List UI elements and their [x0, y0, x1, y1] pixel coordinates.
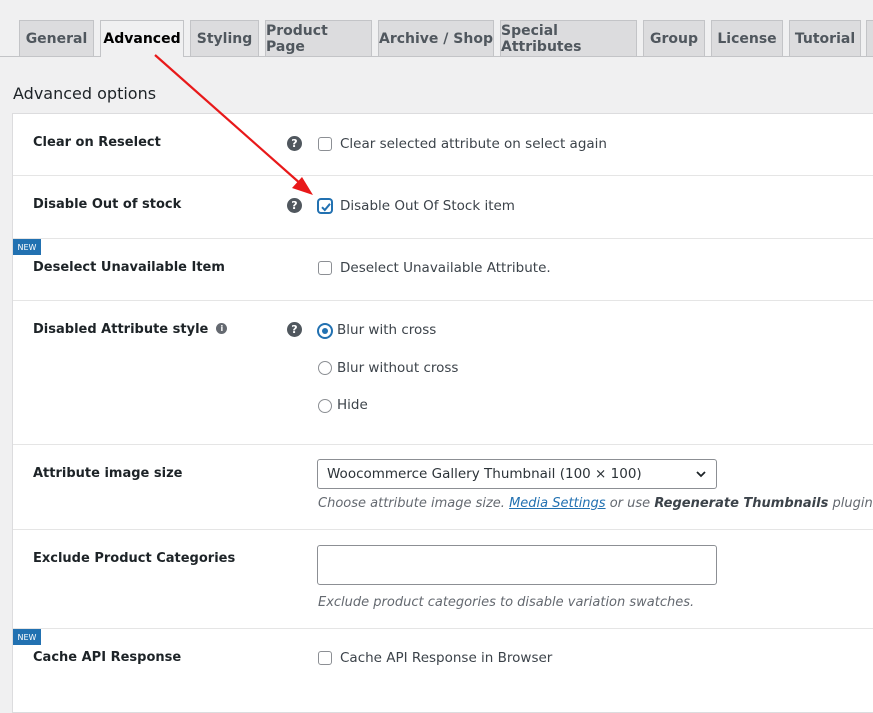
- radio-label: Hide: [337, 397, 368, 413]
- tab-product-page[interactable]: Product Page: [265, 20, 372, 56]
- tab-license[interactable]: License: [711, 20, 783, 56]
- row-label: Cache API Response: [33, 650, 182, 665]
- radio-label: Blur with cross: [337, 322, 437, 338]
- row-exclude-categories: Exclude Product Categories Exclude produ…: [13, 530, 873, 629]
- row-deselect-unavailable: Deselect Unavailable Item Deselect Unava…: [13, 239, 873, 301]
- help-icon[interactable]: ?: [287, 198, 302, 213]
- row-clear-on-reselect: Clear on Reselect ? Clear selected attri…: [13, 114, 873, 176]
- radio-hide[interactable]: [318, 399, 332, 413]
- row-label-text: Disabled Attribute style: [33, 322, 209, 337]
- row-label: Deselect Unavailable Item: [33, 260, 225, 275]
- tab-advanced[interactable]: Advanced: [100, 20, 184, 57]
- section-title: Advanced options: [13, 84, 157, 103]
- row-label: Exclude Product Categories: [33, 551, 236, 566]
- help-icon[interactable]: ?: [287, 322, 302, 337]
- exclude-categories-input[interactable]: [317, 545, 717, 585]
- cache-api-checkbox[interactable]: [318, 651, 332, 665]
- checkbox-label: Deselect Unavailable Attribute.: [340, 260, 551, 276]
- desc-bold: Regenerate Thumbnails: [654, 496, 829, 511]
- row-attribute-image-size: Attribute image size Woocommerce Gallery…: [13, 445, 873, 530]
- help-icon[interactable]: ?: [287, 136, 302, 151]
- row-disabled-attribute-style: Disabled Attribute style i ? Blur with cr…: [13, 301, 873, 445]
- chevron-down-icon: [696, 471, 706, 478]
- radio-blur-without-cross[interactable]: [318, 361, 332, 375]
- info-icon[interactable]: i: [216, 323, 228, 334]
- tab-overflow[interactable]: [866, 20, 873, 56]
- tab-general[interactable]: General: [19, 20, 94, 56]
- tab-styling[interactable]: Styling: [190, 20, 259, 56]
- checkmark-icon: [321, 203, 331, 212]
- row-label: Disable Out of stock: [33, 197, 182, 212]
- tab-group[interactable]: Group: [643, 20, 705, 56]
- clear-on-reselect-checkbox[interactable]: [318, 137, 332, 151]
- row-label: Attribute image size: [33, 466, 183, 481]
- media-settings-link[interactable]: Media Settings: [509, 496, 606, 511]
- desc-prefix: Choose attribute image size.: [318, 496, 505, 511]
- row-label: Disabled Attribute style i: [33, 322, 228, 337]
- checkbox-label: Clear selected attribute on select again: [340, 136, 607, 152]
- settings-tabs: General Advanced Styling Product Page Ar…: [0, 0, 873, 57]
- new-badge: NEW: [13, 629, 41, 645]
- field-description: Exclude product categories to disable va…: [318, 595, 695, 610]
- checkbox-label: Disable Out Of Stock item: [340, 198, 515, 214]
- image-size-select[interactable]: Woocommerce Gallery Thumbnail (100 × 100…: [317, 459, 717, 489]
- checkbox-label: Cache API Response in Browser: [340, 650, 553, 666]
- tab-archive-shop[interactable]: Archive / Shop: [378, 20, 494, 56]
- deselect-unavailable-checkbox[interactable]: [318, 261, 332, 275]
- radio-label: Blur without cross: [337, 360, 459, 376]
- tab-special-attributes[interactable]: Special Attributes: [500, 20, 637, 56]
- select-value: Woocommerce Gallery Thumbnail (100 × 100…: [327, 466, 642, 482]
- new-badge: NEW: [13, 239, 41, 255]
- disable-out-of-stock-checkbox[interactable]: [318, 199, 332, 213]
- row-cache-api: Cache API Response Cache API Response in…: [13, 629, 873, 690]
- row-label: Clear on Reselect: [33, 135, 161, 150]
- tab-tutorial[interactable]: Tutorial: [789, 20, 861, 56]
- desc-suffix: plugin.: [832, 496, 873, 511]
- field-description: Choose attribute image size. Media Setti…: [318, 496, 873, 511]
- radio-blur-with-cross[interactable]: [318, 324, 332, 338]
- row-disable-out-of-stock: Disable Out of stock ? Disable Out Of St…: [13, 176, 873, 239]
- desc-mid: or use: [609, 496, 651, 511]
